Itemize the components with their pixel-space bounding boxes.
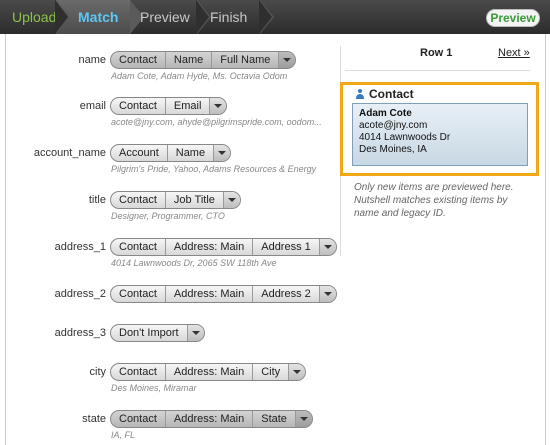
mapping-segment[interactable]: Contact — [111, 192, 166, 208]
field-mapping-selector[interactable]: Contact Name Full Name — [110, 51, 297, 69]
field-sample-values: acote@jny.com, ahyde@pilgrimspride.com, … — [111, 117, 322, 127]
step-match[interactable]: Match — [78, 0, 118, 34]
mapping-segment[interactable]: Account — [111, 145, 168, 161]
field-row: address_2 Contact Address: Main Address 2 — [6, 285, 346, 326]
mapping-segment[interactable]: Contact — [111, 364, 166, 380]
mapping-segment[interactable]: Address 2 — [253, 286, 320, 302]
contact-name: Adam Cote — [359, 108, 412, 119]
field-name-label: address_3 — [54, 327, 106, 339]
field-mapping-selector[interactable]: Account Name — [110, 144, 232, 162]
row-indicator: Row 1 — [420, 47, 453, 59]
mapping-segment[interactable]: Name — [166, 52, 213, 68]
mapping-segment[interactable]: Don't Import — [111, 325, 188, 341]
field-mapping-selector[interactable]: Contact Email — [110, 97, 228, 115]
field-sample-values: IA, FL — [111, 430, 136, 440]
mapping-segment[interactable]: Contact — [111, 286, 166, 302]
field-row: account_name Account Name Pilgrim's Pride, … — [6, 144, 346, 185]
mapping-segment[interactable]: Contact — [111, 98, 166, 114]
mapping-segment[interactable]: Address: Main — [166, 364, 254, 380]
chevron-down-icon[interactable] — [223, 192, 240, 208]
chevron-down-icon[interactable] — [295, 411, 312, 427]
chevron-down-icon[interactable] — [210, 98, 227, 114]
mapping-segment[interactable]: Full Name — [212, 52, 280, 68]
field-sample-values: Des Moines, Miramar — [111, 383, 197, 393]
field-row: title Contact Job Title Designer, Programme… — [6, 191, 346, 232]
field-mapping-selector[interactable]: Don't Import — [110, 324, 205, 342]
step-preview[interactable]: Preview — [140, 0, 190, 34]
preview-entity-title: Contact — [369, 87, 414, 101]
contact-email: acote@jny.com — [359, 120, 428, 131]
step-finish[interactable]: Finish — [210, 0, 247, 34]
field-name-label: address_2 — [54, 288, 106, 300]
step-upload[interactable]: Upload — [12, 0, 56, 34]
preview-entity-header: Contact — [355, 87, 414, 101]
field-mapping-selector[interactable]: Contact Address: Main Address 2 — [110, 285, 337, 303]
field-name-label: state — [82, 413, 106, 425]
contact-city-state: Des Moines, IA — [359, 144, 427, 155]
field-mapping-selector[interactable]: Contact Job Title — [110, 191, 241, 209]
preview-button[interactable]: Preview — [486, 9, 540, 27]
field-row: address_3 Don't Import — [6, 324, 346, 365]
field-name-label: city — [89, 366, 107, 378]
mapping-segment[interactable]: Contact — [111, 239, 166, 255]
chevron-down-icon[interactable] — [319, 286, 336, 302]
person-icon — [355, 89, 365, 99]
field-row: city Contact Address: Main City Des Moines, … — [6, 363, 346, 404]
mapping-segment[interactable]: Name — [168, 145, 215, 161]
field-name-label: email — [79, 100, 106, 112]
field-mapping-selector[interactable]: Contact Address: Main State — [110, 410, 313, 428]
field-name-label: address_1 — [54, 241, 106, 253]
field-sample-values: Pilgrim's Pride, Yahoo, Adams Resources … — [111, 164, 317, 174]
mapping-segment[interactable]: State — [253, 411, 296, 427]
mapping-segment[interactable]: Contact — [111, 52, 166, 68]
field-name-label: account_name — [33, 147, 106, 159]
field-row: state Contact Address: Main State IA, FL — [6, 410, 346, 445]
field-sample-values: 4014 Lawnwoods Dr, 2065 SW 118th Ave — [111, 258, 277, 268]
field-name-label: title — [88, 194, 106, 206]
field-sample-values: Designer, Programmer, CTO — [111, 211, 225, 221]
step-separator-icon — [55, 0, 68, 34]
step-separator-icon — [196, 0, 209, 34]
contact-preview-card: Adam Cote acote@jny.com 4014 Lawnwoods D… — [352, 103, 528, 166]
mapping-segment[interactable]: Address: Main — [166, 286, 254, 302]
mapping-segment[interactable]: Address 1 — [253, 239, 320, 255]
contact-address: 4014 Lawnwoods Dr — [359, 132, 451, 143]
field-name-label: name — [78, 54, 106, 66]
mapping-segment[interactable]: City — [253, 364, 290, 380]
field-sample-values: Adam Cote, Adam Hyde, Ms. Octavia Odom — [111, 71, 288, 81]
field-row: email Contact Email acote@jny.com, ahyde@pi… — [6, 97, 346, 138]
chevron-down-icon[interactable] — [214, 145, 231, 161]
chevron-down-icon[interactable] — [289, 364, 306, 380]
field-mapping-selector[interactable]: Contact Address: Main Address 1 — [110, 238, 337, 256]
mapping-segment[interactable]: Address: Main — [166, 239, 254, 255]
mapping-segment[interactable]: Contact — [111, 411, 166, 427]
mapping-segment[interactable]: Email — [166, 98, 211, 114]
divider — [345, 70, 530, 71]
next-row-link[interactable]: Next » — [498, 47, 530, 59]
chevron-down-icon[interactable] — [319, 239, 336, 255]
field-row: address_1 Contact Address: Main Address 1 40… — [6, 238, 346, 279]
mapping-segment[interactable]: Job Title — [166, 192, 224, 208]
field-mapping-selector[interactable]: Contact Address: Main City — [110, 363, 307, 381]
mapping-segment[interactable]: Address: Main — [166, 411, 254, 427]
chevron-down-icon[interactable] — [279, 52, 296, 68]
wizard-bar: Upload Match Preview Finish Preview — [0, 0, 550, 34]
chevron-down-icon[interactable] — [187, 325, 204, 341]
step-separator-icon — [259, 0, 272, 34]
field-row: name Contact Name Full Name Adam Cote, Adam … — [6, 51, 346, 92]
preview-note: Only new items are previewed here. Nutsh… — [354, 182, 514, 219]
